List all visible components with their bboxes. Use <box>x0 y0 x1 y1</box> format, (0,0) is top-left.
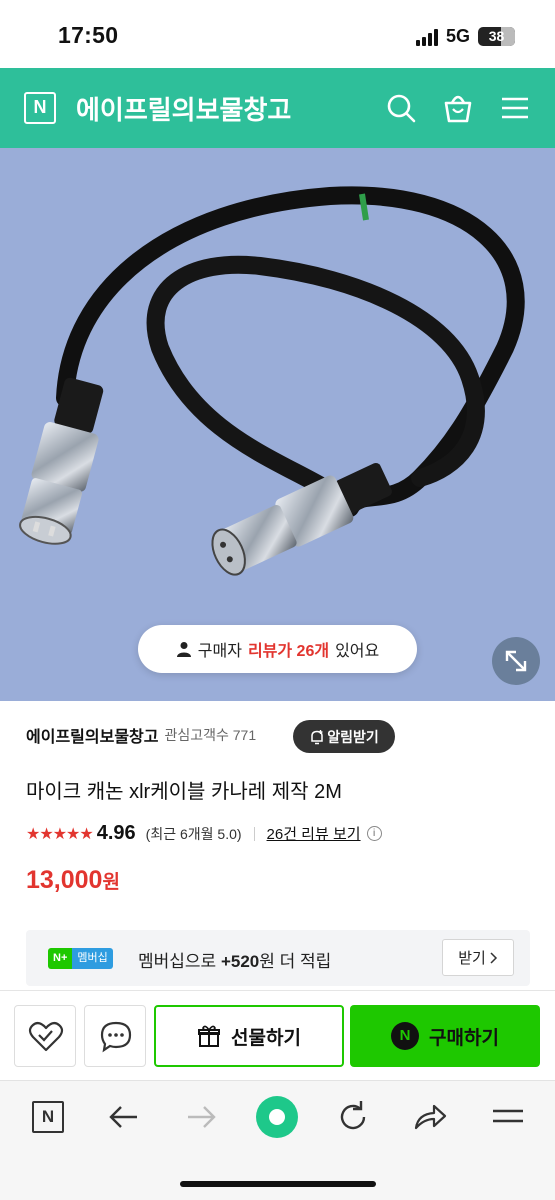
review-pill-prefix: 구매자 <box>197 643 242 660</box>
signal-icon <box>415 28 438 46</box>
alarm-label: 알림받기 <box>327 728 379 745</box>
heart-check-icon <box>28 1021 64 1052</box>
price: 13,000원 <box>26 866 120 895</box>
membership-badge-n: N+ <box>48 948 73 969</box>
expand-icon <box>505 650 527 672</box>
membership-points: +520 <box>220 952 260 971</box>
rating-value: 4.96 <box>96 822 136 844</box>
status-time: 17:50 <box>58 22 119 48</box>
star-rating-icon: ★★★★★ <box>26 825 94 843</box>
search-icon[interactable] <box>385 92 417 124</box>
product-image[interactable] <box>0 148 555 701</box>
naver-home-icon[interactable]: N <box>28 1097 68 1137</box>
review-pill-suffix: 있어요 <box>335 643 380 660</box>
price-unit: 원 <box>102 872 120 893</box>
store-row: 에이프릴의보물창고 관심고객수 771 <box>26 723 256 747</box>
price-value: 13,000 <box>26 866 103 894</box>
product-name: 마이크 캐논 xlr케이블 카나레 제작 2M <box>26 781 342 803</box>
store-title[interactable]: 에이프릴의보물창고 <box>76 90 291 127</box>
review-link[interactable]: 26건 리뷰 보기 <box>267 823 361 844</box>
status-bar: 17:50 5G 38 <box>0 0 555 68</box>
divider <box>253 826 255 841</box>
home-indicator <box>180 1181 376 1187</box>
refresh-icon[interactable] <box>333 1097 373 1137</box>
xlr-cable-illustration <box>19 186 525 576</box>
naver-plus-membership-badge: N+ 멤버십 <box>48 948 113 969</box>
gift-label: 선물하기 <box>231 1027 301 1049</box>
network-type: 5G <box>445 26 470 46</box>
naver-pay-icon: N <box>391 1022 420 1050</box>
status-indicators: 5G 38 <box>415 26 515 47</box>
expand-image-button[interactable] <box>492 637 540 685</box>
purchase-action-bar: 선물하기 N 구매하기 <box>0 990 555 1080</box>
follower-count: 관심고객수 771 <box>164 727 257 743</box>
battery-level: 38 <box>488 28 505 44</box>
back-arrow-icon[interactable] <box>104 1097 144 1137</box>
rating-row: ★★★★★ 4.96 (최근 6개월 5.0) 26건 리뷰 보기 i <box>26 822 382 845</box>
menu-lines-icon[interactable] <box>488 1097 528 1137</box>
share-icon[interactable] <box>410 1097 450 1137</box>
bell-plus-icon <box>311 729 323 744</box>
buy-label: 구매하기 <box>429 1027 499 1049</box>
membership-banner: N+ 멤버십 멤버십으로 +520원 더 적립 받기 <box>26 930 530 986</box>
review-pill-highlight: 리뷰가 26개 <box>247 643 330 660</box>
membership-receive-button[interactable]: 받기 <box>442 939 514 976</box>
shopping-bag-icon[interactable] <box>442 92 474 124</box>
talk-button[interactable] <box>84 1005 146 1067</box>
app-header: N 에이프릴의보물창고 <box>0 68 555 148</box>
forward-arrow-icon[interactable] <box>181 1097 221 1137</box>
alarm-button[interactable]: 알림받기 <box>293 720 395 753</box>
menu-icon[interactable] <box>499 92 531 124</box>
membership-text-post: 원 더 적립 <box>259 952 332 971</box>
review-count-pill[interactable]: 구매자 리뷰가 26개 있어요 <box>138 625 417 673</box>
info-icon[interactable]: i <box>366 826 382 841</box>
green-dot-icon[interactable] <box>256 1096 298 1138</box>
chevron-right-icon <box>490 951 497 964</box>
gift-button[interactable]: 선물하기 <box>154 1005 344 1067</box>
membership-badge-text: 멤버십 <box>72 948 113 969</box>
battery-icon: 38 <box>478 27 515 46</box>
membership-button-label: 받기 <box>458 950 486 967</box>
store-name[interactable]: 에이프릴의보물창고 <box>26 723 158 747</box>
gift-icon <box>198 1025 221 1047</box>
naver-logo-icon[interactable]: N <box>24 92 56 124</box>
chat-bubble-icon <box>100 1021 132 1053</box>
person-icon <box>176 642 191 657</box>
naver-home-logo: N <box>32 1101 64 1133</box>
recent-rating: (최근 6개월 5.0) <box>145 825 242 842</box>
membership-text-pre: 멤버십으로 <box>138 952 221 971</box>
wishlist-button[interactable] <box>14 1005 76 1067</box>
membership-text: 멤버십으로 +520원 더 적립 <box>138 947 331 972</box>
buy-button[interactable]: N 구매하기 <box>350 1005 540 1067</box>
